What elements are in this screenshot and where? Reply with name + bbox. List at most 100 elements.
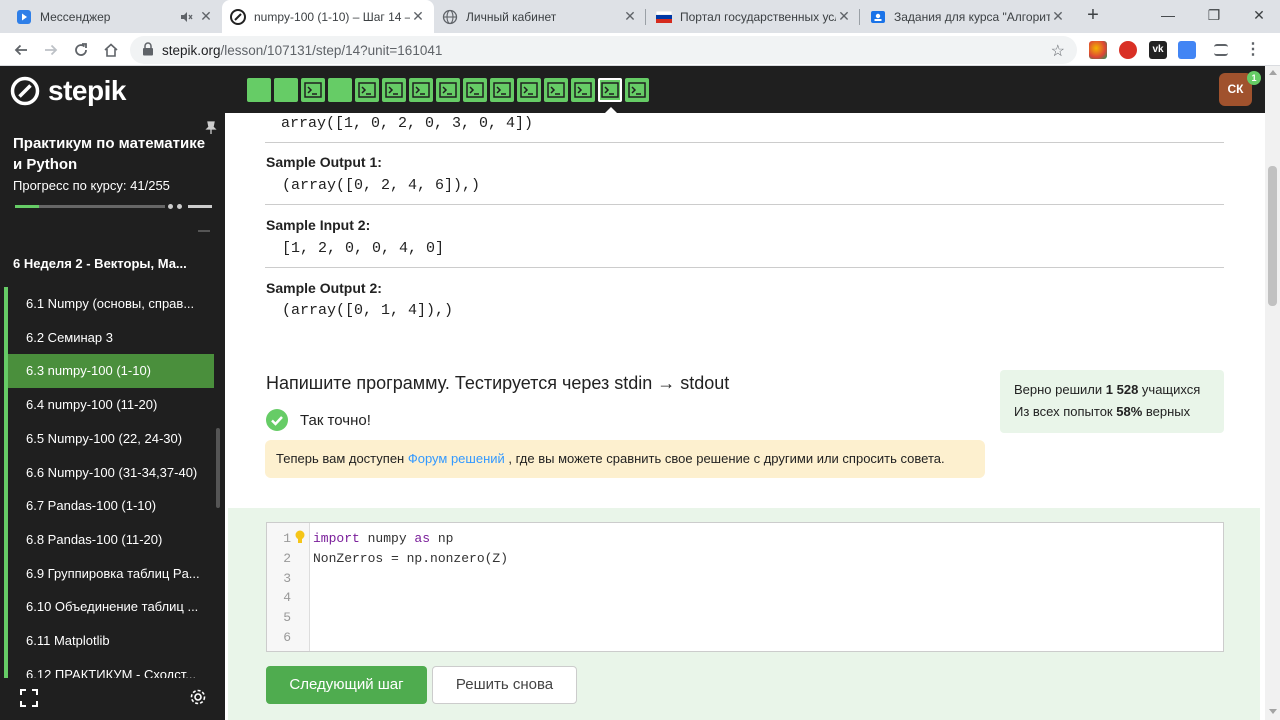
sample-output-2-value: (array([0, 1, 4]),)	[282, 302, 454, 319]
step-12[interactable]	[544, 78, 568, 102]
tab-title: Мессенджер	[40, 9, 111, 24]
code-step-icon	[628, 82, 646, 98]
progress-dot	[168, 204, 173, 209]
line-number: 2	[283, 550, 291, 566]
lesson-label: 6.7 Pandas-100 (1-10)	[26, 498, 157, 514]
gear-icon[interactable]	[188, 687, 208, 707]
tab-title: Задания для курса "Алгоритмы	[894, 9, 1050, 24]
sidebar-lesson-item[interactable]: 6.4 numpy-100 (11-20)	[4, 388, 214, 423]
step-3[interactable]	[301, 78, 325, 102]
step-6[interactable]	[382, 78, 406, 102]
tab-title: Портал государственных услуг	[680, 9, 836, 24]
url-path: /lesson/107131/step/14?unit=161041	[220, 43, 443, 58]
logo-text: stepik	[48, 75, 126, 106]
step-13[interactable]	[571, 78, 595, 102]
sidebar-lesson-item[interactable]: 6.2 Семинар 3	[4, 320, 214, 355]
lesson-status-bar	[4, 354, 8, 389]
sidebar-lesson-item[interactable]: 6.9 Группировка таблиц Pa...	[4, 556, 214, 591]
step-9[interactable]	[463, 78, 487, 102]
solved-count: 1 528	[1105, 382, 1139, 397]
sidebar-lesson-item[interactable]: 6.6 Numpy-100 (31-34,37-40)	[4, 455, 214, 490]
scroll-thumb[interactable]	[1268, 166, 1277, 306]
close-tab-icon[interactable]: ✕	[410, 8, 426, 25]
lesson-status-bar	[4, 522, 8, 557]
step-5[interactable]	[355, 78, 379, 102]
browser-toolbar: stepik.org/lesson/107131/step/14?unit=16…	[0, 33, 1280, 66]
sidebar-lesson-item[interactable]: 6.10 Объединение таблиц ...	[4, 590, 214, 625]
browser-tab[interactable]: Личный кабинет ✕	[434, 0, 646, 33]
step-11[interactable]	[517, 78, 541, 102]
step-2[interactable]	[274, 78, 298, 102]
forward-button[interactable]	[38, 37, 64, 63]
reload-icon	[75, 43, 87, 56]
code-editor[interactable]: 1 2 3 4 5 6 import numpy as np NonZerros = np.…	[266, 522, 1224, 652]
close-tab-icon[interactable]: ✕	[836, 8, 852, 25]
stats-solved: Верно решили 1 528 учащихся	[1014, 379, 1210, 401]
new-tab-button[interactable]: +	[1081, 4, 1105, 28]
bookmark-star-icon[interactable]: ☆	[1051, 41, 1065, 61]
step-4[interactable]	[328, 78, 352, 102]
sidebar-lesson-item[interactable]: 6.1 Numpy (основы, справ...	[4, 287, 214, 321]
sample-output-2-label: Sample Output 2:	[266, 280, 382, 296]
lesson-label: 6.2 Семинар 3	[26, 329, 113, 345]
step-1[interactable]	[247, 78, 271, 102]
line-number: 3	[283, 570, 291, 586]
task-title: Напишите программу. Тестируется через st…	[266, 373, 730, 393]
lesson-status-bar	[4, 388, 8, 423]
browser-tab[interactable]: Мессенджер ✕	[8, 0, 222, 33]
step-7[interactable]	[409, 78, 433, 102]
expand-icon[interactable]	[20, 689, 38, 707]
sample-input-2-label: Sample Input 2:	[266, 217, 371, 233]
menu-dots-icon[interactable]: ⋮	[1244, 41, 1262, 59]
translate-icon[interactable]	[1178, 41, 1196, 59]
next-step-button[interactable]: Следующий шаг	[266, 666, 427, 704]
extension-color-icon[interactable]	[1089, 41, 1107, 59]
minimize-button[interactable]: —	[1145, 0, 1191, 30]
lesson-status-bar	[4, 556, 8, 591]
step-10[interactable]	[490, 78, 514, 102]
scroll-up-arrow-icon[interactable]	[1269, 70, 1277, 75]
retry-button[interactable]: Решить снова	[432, 666, 577, 704]
sidebar-lesson-item[interactable]: 6.3 numpy-100 (1-10)	[4, 354, 214, 389]
stepik-logo[interactable]: stepik	[10, 75, 126, 107]
media-icon[interactable]	[1214, 44, 1228, 56]
close-tab-icon[interactable]: ✕	[198, 8, 214, 25]
notification-badge[interactable]: 1	[1247, 71, 1261, 85]
lesson-status-bar	[4, 455, 8, 490]
scroll-down-arrow-icon[interactable]	[1269, 709, 1277, 714]
step-15[interactable]	[625, 78, 649, 102]
course-title[interactable]: Практикум по математике и Python	[13, 133, 213, 175]
lightbulb-icon[interactable]	[295, 530, 305, 544]
back-button[interactable]	[8, 37, 34, 63]
forum-link[interactable]: Форум решений	[408, 451, 505, 466]
forum-notice: Теперь вам доступен Форум решений , где …	[265, 440, 985, 478]
section-title[interactable]: 6 Неделя 2 - Векторы, Ма...	[13, 256, 187, 271]
vk-icon[interactable]: vk	[1149, 41, 1167, 59]
sidebar-lesson-item[interactable]: 6.7 Pandas-100 (1-10)	[4, 489, 214, 524]
lesson-status-bar	[4, 287, 8, 321]
lesson-label: 6.11 Matplotlib	[26, 633, 110, 648]
progress-remaining	[188, 205, 212, 208]
mute-icon[interactable]	[178, 9, 194, 25]
reload-button[interactable]	[68, 37, 94, 63]
sidebar-lesson-item[interactable]: 6.8 Pandas-100 (11-20)	[4, 522, 214, 557]
browser-tab[interactable]: Задания для курса "Алгоритмы ✕	[862, 0, 1074, 33]
page-scrollbar[interactable]	[1265, 66, 1280, 720]
address-bar[interactable]: stepik.org/lesson/107131/step/14?unit=16…	[130, 36, 1077, 64]
step-14[interactable]	[598, 78, 622, 102]
stats-percent: Из всех попыток 58% верных	[1014, 401, 1210, 423]
sidebar-lesson-item[interactable]: 6.11 Matplotlib	[4, 624, 214, 658]
browser-tab[interactable]: Портал государственных услуг ✕	[648, 0, 860, 33]
extension-shield-icon[interactable]	[1119, 41, 1137, 59]
close-window-button[interactable]: ✕	[1236, 0, 1280, 30]
russia-flag-icon	[656, 9, 672, 25]
home-button[interactable]	[98, 37, 124, 63]
close-tab-icon[interactable]: ✕	[622, 8, 638, 25]
sidebar-scrollbar[interactable]	[216, 428, 220, 508]
step-8[interactable]	[436, 78, 460, 102]
browser-tab-active[interactable]: numpy-100 (1-10) – Шаг 14 – Ste ✕	[222, 0, 434, 33]
code-text: NonZerros = np.nonzero(Z)	[313, 550, 509, 566]
close-tab-icon[interactable]: ✕	[1050, 8, 1066, 25]
maximize-button[interactable]: ❐	[1191, 0, 1237, 30]
sidebar-lesson-item[interactable]: 6.5 Numpy-100 (22, 24-30)	[4, 421, 214, 456]
